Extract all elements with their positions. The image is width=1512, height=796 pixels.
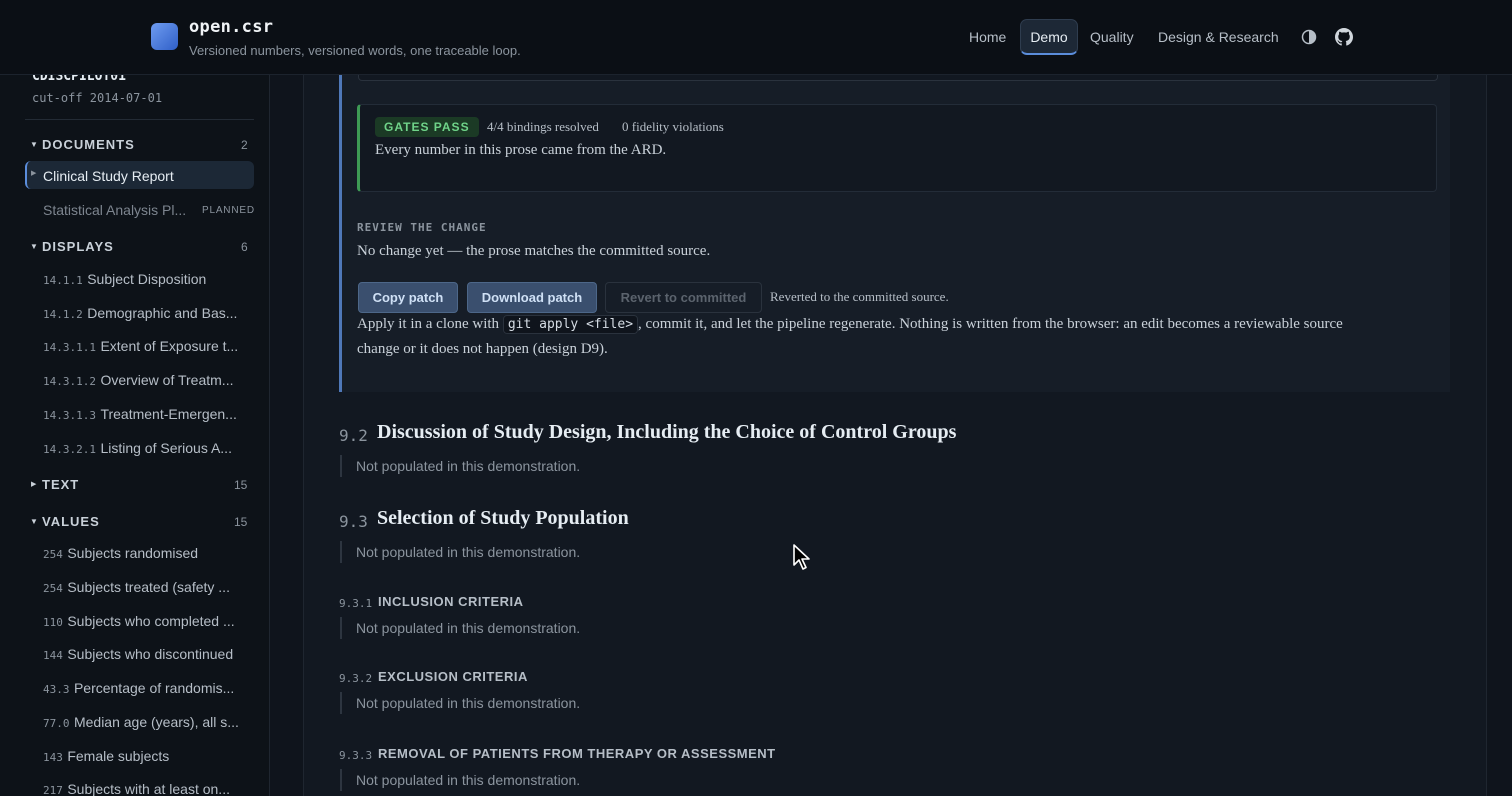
section-documents[interactable]: DOCUMENTS — [42, 137, 135, 152]
subsection-number: 9.3.1 — [339, 597, 373, 610]
placeholder-bar — [340, 692, 342, 714]
revert-button[interactable]: Revert to committed — [605, 282, 762, 313]
git-apply-code: git apply <file> — [502, 315, 639, 334]
value-item[interactable]: 43.3 Percentage of randomis... — [43, 680, 248, 698]
value-item[interactable]: 217 Subjects with at least on... — [43, 781, 248, 796]
subsection-number: 9.3.2 — [339, 672, 373, 685]
display-item[interactable]: 14.1.2 Demographic and Bas... — [43, 305, 248, 323]
section-number: 9.2 — [339, 426, 368, 445]
display-item[interactable]: 14.3.2.1 Listing of Serious A... — [43, 440, 248, 458]
apply-instructions: Apply it in a clone with git apply <file… — [357, 315, 1343, 334]
display-item[interactable]: 14.3.1.1 Extent of Exposure t... — [43, 338, 248, 356]
nav-demo[interactable]: Demo — [1020, 19, 1078, 55]
placeholder-text: Not populated in this demonstration. — [356, 544, 581, 560]
section-title: Discussion of Study Design, Including th… — [377, 421, 957, 443]
section-values[interactable]: VALUES — [42, 514, 100, 529]
displays-count: 6 — [241, 240, 248, 254]
app-subtitle: Versioned numbers, versioned words, one … — [189, 43, 521, 58]
caret-right-icon[interactable]: ▶ — [31, 480, 36, 488]
subsection-title: INCLUSION CRITERIA — [378, 594, 524, 609]
placeholder-bar — [340, 541, 342, 563]
section-number: 9.3 — [339, 512, 368, 531]
placeholder-text: Not populated in this demonstration. — [356, 458, 581, 474]
planned-badge: PLANNED — [202, 205, 255, 216]
download-patch-button[interactable]: Download patch — [467, 282, 597, 313]
nav-quality[interactable]: Quality — [1090, 29, 1134, 45]
doc-item-sap[interactable]: Statistical Analysis Pl... — [43, 202, 186, 218]
apply-instructions-line2: change or it does not happen (design D9)… — [357, 341, 608, 357]
violations-status: 0 fidelity violations — [622, 119, 724, 134]
display-item[interactable]: 14.1.1 Subject Disposition — [43, 271, 248, 289]
placeholder-bar — [340, 455, 342, 477]
sidebar: CDISCPILOT01 cut-off 2014-07-01 ▼ DOCUME… — [0, 75, 270, 796]
cutoff-date: cut-off 2014-07-01 — [32, 91, 163, 105]
gates-pass-badge: GATES PASS — [375, 117, 479, 137]
subsection-title: EXCLUSION CRITERIA — [378, 669, 528, 684]
display-item[interactable]: 14.3.1.3 Treatment-Emergen... — [43, 406, 248, 424]
section-displays[interactable]: DISPLAYS — [42, 239, 114, 254]
study-id: CDISCPILOT01 — [32, 75, 126, 84]
gates-message: Every number in this prose came from the… — [375, 142, 667, 158]
divider — [25, 119, 254, 120]
value-item[interactable]: 144 Subjects who discontinued — [43, 646, 248, 664]
text-count: 15 — [234, 478, 248, 492]
section-text[interactable]: TEXT — [42, 477, 79, 492]
placeholder-text: Not populated in this demonstration. — [356, 620, 581, 636]
documents-count: 2 — [241, 138, 248, 152]
review-status: No change yet — the prose matches the co… — [357, 243, 711, 259]
value-item[interactable]: 143 Female subjects — [43, 748, 248, 766]
value-item[interactable]: 254 Subjects treated (safety ... — [43, 579, 248, 597]
revert-note: Reverted to the committed source. — [770, 289, 949, 304]
subsection-title: REMOVAL OF PATIENTS FROM THERAPY OR ASSE… — [378, 746, 776, 761]
doc-label[interactable]: Clinical Study Report — [43, 168, 174, 184]
caret-down-icon[interactable]: ▼ — [30, 242, 38, 251]
value-item[interactable]: 254 Subjects randomised — [43, 545, 248, 563]
review-label: REVIEW THE CHANGE — [357, 221, 487, 234]
logo-icon[interactable] — [151, 23, 178, 50]
caret-down-icon[interactable]: ▼ — [30, 140, 38, 149]
caret-right-icon[interactable]: ▶ — [31, 169, 36, 177]
subsection-number: 9.3.3 — [339, 749, 373, 762]
value-item[interactable]: 110 Subjects who completed ... — [43, 613, 248, 631]
nav-design-research[interactable]: Design & Research — [1158, 29, 1279, 45]
theme-toggle-icon[interactable] — [1300, 28, 1318, 46]
placeholder-text: Not populated in this demonstration. — [356, 695, 581, 711]
placeholder-bar — [340, 769, 342, 791]
app-title[interactable]: open.csr — [189, 17, 273, 37]
nav-home[interactable]: Home — [969, 29, 1006, 45]
placeholder-text: Not populated in this demonstration. — [356, 772, 581, 788]
github-icon[interactable] — [1335, 28, 1353, 46]
section-title: Selection of Study Population — [377, 507, 629, 529]
bindings-status: 4/4 bindings resolved — [487, 119, 599, 134]
placeholder-bar — [340, 617, 342, 639]
top-navbar: open.csr Versioned numbers, versioned wo… — [0, 0, 1512, 75]
copy-patch-button[interactable]: Copy patch — [358, 282, 458, 313]
caret-down-icon[interactable]: ▼ — [30, 517, 38, 526]
mouse-cursor-icon — [793, 544, 810, 570]
values-count: 15 — [234, 515, 248, 529]
display-item[interactable]: 14.3.1.2 Overview of Treatm... — [43, 372, 248, 390]
value-item[interactable]: 77.0 Median age (years), all s... — [43, 714, 248, 732]
